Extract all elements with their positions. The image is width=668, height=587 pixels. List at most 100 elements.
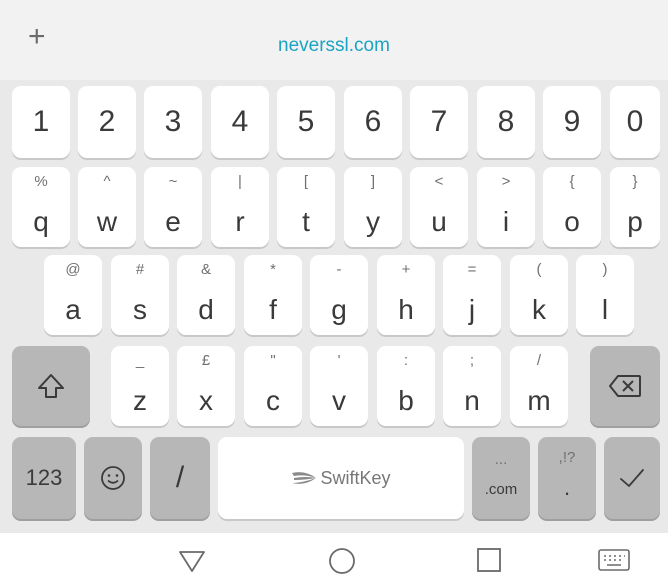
backspace-icon bbox=[590, 346, 660, 426]
key-n[interactable]: ; n bbox=[443, 346, 501, 426]
key-secondary: @ bbox=[65, 261, 81, 278]
key-k[interactable]: (k bbox=[510, 255, 568, 335]
key-5[interactable]: 5 bbox=[277, 86, 335, 158]
key-label: z bbox=[133, 385, 147, 416]
spacebar-label: SwiftKey bbox=[320, 467, 391, 488]
key-j[interactable]: = j bbox=[443, 255, 501, 335]
key-label: k bbox=[532, 294, 546, 325]
key-g[interactable]: -g bbox=[310, 255, 368, 335]
key-z[interactable]: _ z bbox=[111, 346, 169, 426]
key-label: 8 bbox=[497, 105, 515, 138]
key-secondary: % bbox=[34, 173, 48, 190]
key-7[interactable]: 7 bbox=[410, 86, 468, 158]
key-x[interactable]: £ x bbox=[177, 346, 235, 426]
key-label: e bbox=[165, 206, 181, 237]
key-secondary: £ bbox=[201, 352, 211, 369]
key-label: w bbox=[96, 206, 118, 237]
key-f[interactable]: * f bbox=[244, 255, 302, 335]
back-triangle-icon[interactable] bbox=[178, 549, 206, 578]
key-o[interactable]: {o bbox=[543, 167, 601, 247]
key-m[interactable]: / m bbox=[510, 346, 568, 426]
key-label: 4 bbox=[231, 105, 249, 138]
key-label: o bbox=[564, 206, 580, 237]
key-6[interactable]: 6 bbox=[344, 86, 402, 158]
key-secondary: ^ bbox=[103, 173, 111, 190]
key-4[interactable]: 4 bbox=[211, 86, 269, 158]
period-label: . bbox=[563, 475, 571, 500]
key-label: 0 bbox=[626, 105, 644, 138]
dotcom-key[interactable]: ... .com bbox=[472, 437, 530, 519]
dotcom-label: .com bbox=[484, 481, 518, 498]
key-label: b bbox=[398, 385, 414, 416]
key-t[interactable]: [t bbox=[277, 167, 335, 247]
key-h[interactable]: + h bbox=[377, 255, 435, 335]
key-3[interactable]: 3 bbox=[144, 86, 202, 158]
key-9[interactable]: 9 bbox=[543, 86, 601, 158]
spacebar-brand: SwiftKey bbox=[218, 437, 464, 519]
key-u[interactable]: < u bbox=[410, 167, 468, 247]
key-v[interactable]: ' v bbox=[310, 346, 368, 426]
spacebar[interactable]: SwiftKey bbox=[218, 437, 464, 519]
key-e[interactable]: ~ e bbox=[144, 167, 202, 247]
backspace-key[interactable] bbox=[590, 346, 660, 426]
key-r[interactable]: | r bbox=[211, 167, 269, 247]
emoji-icon bbox=[84, 437, 142, 519]
emoji-key[interactable] bbox=[84, 437, 142, 519]
key-y[interactable]: ] y bbox=[344, 167, 402, 247]
checkmark-icon bbox=[604, 437, 660, 519]
key-secondary: - bbox=[336, 261, 342, 278]
key-w[interactable]: ^ w bbox=[78, 167, 136, 247]
key-s[interactable]: # s bbox=[111, 255, 169, 335]
key-0[interactable]: 0 bbox=[610, 86, 660, 158]
enter-key[interactable] bbox=[604, 437, 660, 519]
key-8[interactable]: 8 bbox=[477, 86, 535, 158]
key-secondary: & bbox=[200, 261, 211, 278]
key-secondary: } bbox=[632, 173, 638, 190]
key-p[interactable]: } p bbox=[610, 167, 660, 247]
key-secondary: ; bbox=[469, 352, 475, 369]
key-label: l bbox=[601, 294, 609, 325]
key-2[interactable]: 2 bbox=[78, 86, 136, 158]
key-label: 7 bbox=[430, 105, 448, 138]
shift-key[interactable] bbox=[12, 346, 90, 426]
key-a[interactable]: @ a bbox=[44, 255, 102, 335]
key-secondary: < bbox=[434, 173, 444, 190]
key-label: 2 bbox=[98, 105, 116, 138]
key-label: u bbox=[431, 206, 447, 237]
key-q[interactable]: % q bbox=[12, 167, 70, 247]
key-label: f bbox=[269, 294, 277, 325]
key-1[interactable]: 1 bbox=[12, 86, 70, 158]
key-l[interactable]: ) l bbox=[576, 255, 634, 335]
key-i[interactable]: > i bbox=[477, 167, 535, 247]
key-label: i bbox=[502, 206, 510, 237]
key-label: m bbox=[527, 385, 551, 416]
key-label: 9 bbox=[563, 105, 581, 138]
key-secondary: * bbox=[270, 261, 276, 278]
period-key[interactable]: ,!? . bbox=[538, 437, 596, 519]
key-secondary: + bbox=[401, 261, 411, 278]
key-c[interactable]: " c bbox=[244, 346, 302, 426]
swiftkey-keyboard: 1 2 3 4 5 6 7 8 9 0 % q ^ w ~ e | r [t ] y < u… bbox=[0, 80, 668, 533]
key-secondary: _ bbox=[135, 352, 145, 369]
navigation-bar bbox=[0, 533, 668, 587]
key-label: r bbox=[235, 206, 245, 237]
numbers-key[interactable]: 123 bbox=[12, 437, 76, 519]
slash-key[interactable]: / bbox=[150, 437, 210, 519]
home-circle-icon[interactable] bbox=[328, 547, 356, 580]
key-label: 5 bbox=[297, 105, 315, 138]
key-b[interactable]: :b bbox=[377, 346, 435, 426]
url-text[interactable]: neverssl.com bbox=[0, 35, 668, 57]
key-label: s bbox=[133, 294, 147, 325]
key-secondary: " bbox=[270, 352, 276, 369]
key-label: a bbox=[65, 294, 81, 325]
key-secondary: > bbox=[501, 173, 511, 190]
key-label: 1 bbox=[32, 105, 50, 138]
key-label: y bbox=[366, 206, 380, 237]
key-secondary: : bbox=[403, 352, 409, 369]
key-d[interactable]: & d bbox=[177, 255, 235, 335]
keyboard-icon[interactable] bbox=[598, 549, 630, 576]
shift-arrow-icon bbox=[12, 346, 90, 426]
key-label: 6 bbox=[364, 105, 382, 138]
key-label: n bbox=[464, 385, 480, 416]
recents-square-icon[interactable] bbox=[476, 547, 502, 578]
